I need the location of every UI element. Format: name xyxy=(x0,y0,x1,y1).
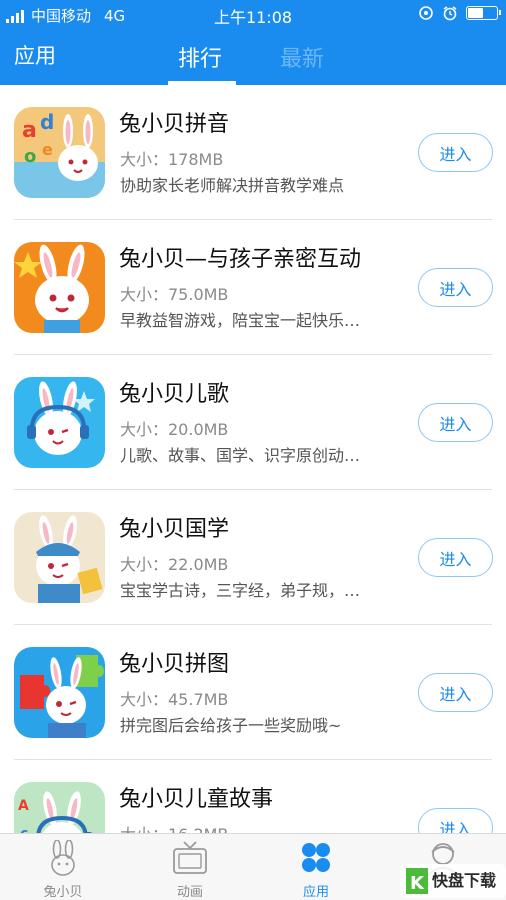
enter-button[interactable]: 进入 xyxy=(418,133,493,172)
app-size: 大小：20.0MB xyxy=(120,420,229,439)
tabbar-label: 动画 xyxy=(176,885,203,900)
svg-text:a: a xyxy=(22,118,37,143)
svg-text:d: d xyxy=(40,110,54,134)
app-title: 兔小贝拼音 xyxy=(119,112,230,137)
list-item[interactable]: 兔小贝国学 大小：22.0MB 宝宝学古诗，三字经，弟子规，… 进入 xyxy=(0,490,506,625)
top-nav: 应用 排行 最新 xyxy=(0,28,506,85)
enter-button[interactable]: 进入 xyxy=(418,808,493,833)
tabbar-item-apps[interactable]: 应用 xyxy=(253,834,379,900)
interaction-app-icon[interactable] xyxy=(14,242,105,333)
watermark-logo: K 快盘下载 xyxy=(400,862,506,900)
app-size: 大小：45.7MB xyxy=(120,690,229,709)
list-item[interactable]: a d o e 兔小贝拼音 大小：178MB 协助家长老师解决拼音教学难点 进入 xyxy=(0,85,506,220)
app-size: 大小：22.0MB xyxy=(120,555,229,574)
app-size: 大小：16.2MB xyxy=(120,821,228,833)
status-right xyxy=(418,5,501,21)
apps-grid-icon xyxy=(302,843,330,872)
app-size: 大小：178MB xyxy=(120,150,224,169)
app-description: 协助家长老师解决拼音教学难点 xyxy=(120,176,345,195)
enter-button[interactable]: 进入 xyxy=(418,538,493,577)
watermark-text: 快盘下载 xyxy=(432,871,496,890)
svg-text:K: K xyxy=(410,873,425,894)
tabbar-item-rabbit[interactable]: 兔小贝 xyxy=(0,834,126,900)
guoxue-app-icon[interactable] xyxy=(14,512,105,603)
enter-button[interactable]: 进入 xyxy=(418,403,493,442)
app-size: 大小：75.0MB xyxy=(120,285,229,304)
stories-app-icon[interactable]: A c xyxy=(14,782,105,833)
pinyin-app-icon[interactable]: a d o e xyxy=(14,107,105,198)
list-item[interactable]: 兔小贝儿歌 大小：20.0MB 儿歌、故事、国学、识字原创动… 进入 xyxy=(0,355,506,490)
battery-icon xyxy=(466,6,501,20)
app-title: 兔小贝儿歌 xyxy=(119,382,230,407)
app-title: 兔小贝—与孩子亲密互动 xyxy=(119,247,362,272)
list-item[interactable]: 兔小贝拼图 大小：45.7MB 拼完图后会给孩子一些奖励哦~ 进入 xyxy=(0,625,506,760)
app-description: 儿歌、故事、国学、识字原创动… xyxy=(120,446,361,465)
alarm-icon xyxy=(443,6,457,21)
app-description: 宝宝学古诗，三字经，弟子规，… xyxy=(120,581,361,600)
tabbar-label: 应用 xyxy=(302,885,329,900)
app-description: 早教益智游戏，陪宝宝一起快乐… xyxy=(120,311,361,330)
tab-ranking[interactable]: 排行 xyxy=(178,41,222,73)
svg-text:c: c xyxy=(20,826,28,833)
app-list[interactable]: a d o e 兔小贝拼音 大小：178MB 协助家长老师解决拼音教学难点 进入 xyxy=(0,85,506,833)
list-item[interactable]: 兔小贝—与孩子亲密互动 大小：75.0MB 早教益智游戏，陪宝宝一起快乐… 进入 xyxy=(0,220,506,355)
app-title: 兔小贝儿童故事 xyxy=(119,787,274,812)
enter-button[interactable]: 进入 xyxy=(418,673,493,712)
app-description: 拼完图后会给孩子一些奖励哦~ xyxy=(120,716,342,735)
tv-icon xyxy=(173,841,207,874)
app-title: 兔小贝国学 xyxy=(119,517,230,542)
app-title: 兔小贝拼图 xyxy=(119,652,230,677)
location-lock-icon xyxy=(419,6,433,20)
songs-app-icon[interactable] xyxy=(14,377,105,468)
tabbar-label: 兔小贝 xyxy=(43,885,83,900)
svg-text:o: o xyxy=(24,146,36,167)
tab-latest[interactable]: 最新 xyxy=(280,41,324,73)
tabbar-item-animation[interactable]: 动画 xyxy=(127,834,253,900)
nav-app-label[interactable]: 应用 xyxy=(14,40,56,70)
enter-button[interactable]: 进入 xyxy=(418,268,493,307)
svg-text:e: e xyxy=(42,140,53,159)
svg-text:A: A xyxy=(18,798,29,814)
top-header: 中国移动 4G 上午11:08 应用 排行 最新 xyxy=(0,0,506,85)
status-bar: 中国移动 4G 上午11:08 xyxy=(0,0,506,28)
puzzle-app-icon[interactable] xyxy=(14,647,105,738)
rabbit-icon xyxy=(51,840,75,876)
list-item[interactable]: A c 兔小贝儿童故事 大小：16.2MB 进入 xyxy=(0,760,506,833)
